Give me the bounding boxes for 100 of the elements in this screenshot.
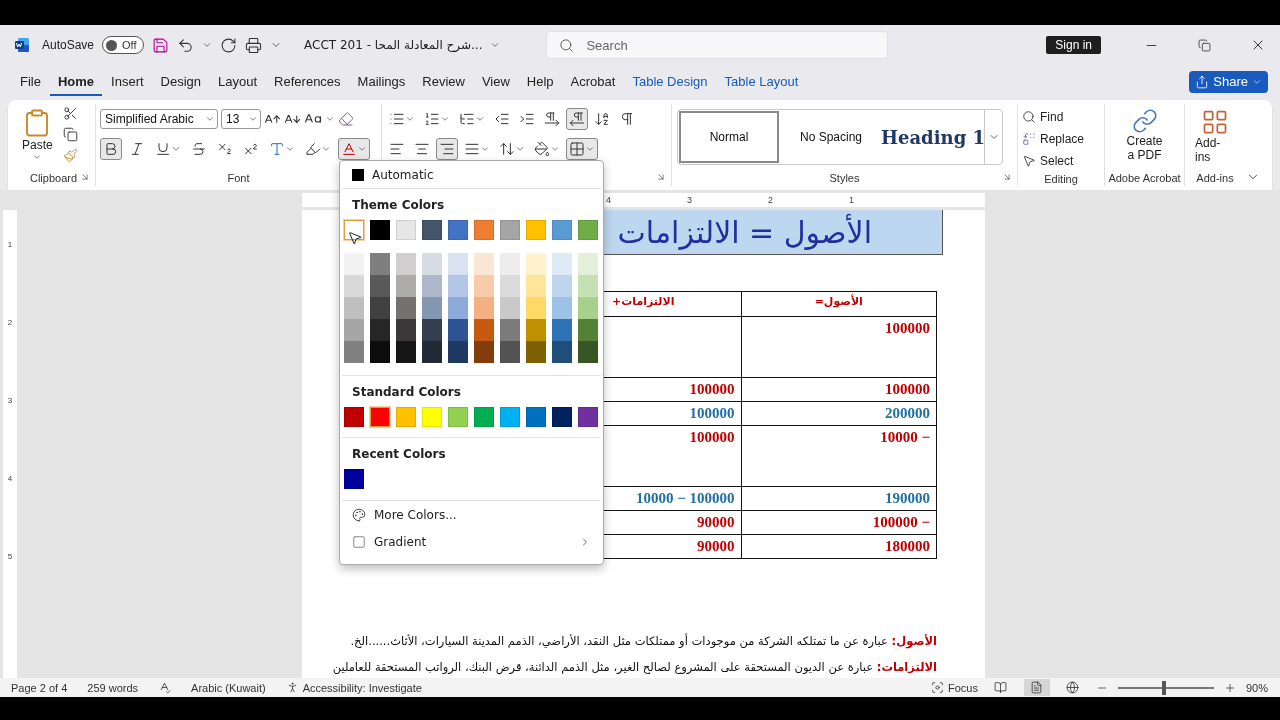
scissors-icon[interactable] — [62, 106, 78, 121]
color-swatch[interactable] — [344, 220, 364, 240]
color-swatch[interactable] — [370, 319, 390, 341]
sign-in-button[interactable]: Sign in — [1046, 36, 1101, 54]
color-swatch[interactable] — [578, 319, 598, 341]
bullets-icon[interactable] — [389, 111, 405, 127]
dialog-launcher-icon[interactable] — [656, 172, 666, 182]
color-swatch[interactable] — [344, 319, 364, 341]
color-swatch[interactable] — [422, 275, 442, 297]
color-swatch[interactable] — [474, 253, 494, 275]
borders-button[interactable] — [566, 138, 598, 160]
share-button[interactable]: Share — [1189, 70, 1268, 93]
color-swatch[interactable] — [552, 341, 572, 363]
color-swatch[interactable] — [422, 253, 442, 275]
color-swatch[interactable] — [344, 297, 364, 319]
color-swatch[interactable] — [500, 341, 520, 363]
color-swatch[interactable] — [422, 297, 442, 319]
color-swatch[interactable] — [526, 297, 546, 319]
font-name-field[interactable]: Simplified Arabic — [100, 109, 218, 129]
dialog-launcher-icon[interactable] — [80, 172, 90, 182]
color-swatch[interactable] — [370, 253, 390, 275]
color-swatch[interactable] — [474, 275, 494, 297]
color-swatch[interactable] — [396, 319, 416, 341]
automatic-color-item[interactable]: Automatic — [340, 161, 603, 188]
ribbon-tab[interactable]: Home — [49, 67, 103, 96]
ribbon-tab[interactable]: File — [12, 67, 49, 96]
save-icon[interactable] — [152, 36, 170, 54]
caret-icon[interactable] — [171, 144, 181, 154]
add-ins-button[interactable]: Add-ins — [1189, 106, 1241, 170]
dialog-launcher-icon[interactable] — [1002, 172, 1012, 182]
decrease-indent-icon[interactable] — [494, 111, 510, 127]
color-swatch[interactable] — [422, 341, 442, 363]
color-swatch[interactable] — [526, 275, 546, 297]
clear-formatting-icon[interactable] — [338, 111, 354, 127]
color-swatch[interactable] — [396, 275, 416, 297]
underline-icon[interactable] — [155, 141, 171, 157]
ribbon-tab[interactable]: Review — [414, 67, 473, 96]
caret-icon[interactable] — [357, 144, 367, 154]
color-swatch[interactable] — [500, 319, 520, 341]
caret-icon[interactable] — [490, 40, 501, 50]
select-button[interactable]: Select — [1022, 150, 1085, 172]
strikethrough-icon[interactable] — [191, 141, 207, 157]
caret-icon[interactable] — [550, 144, 560, 154]
paste-button[interactable]: Paste — [16, 106, 59, 170]
numbering-icon[interactable] — [424, 111, 440, 127]
focus-button[interactable]: Focus — [948, 681, 978, 694]
align-left-icon[interactable] — [389, 141, 405, 157]
color-swatch[interactable] — [526, 341, 546, 363]
color-swatch[interactable] — [396, 341, 416, 363]
ribbon-tab[interactable]: Acrobat — [562, 67, 624, 96]
caret-icon[interactable] — [285, 144, 295, 154]
color-swatch[interactable] — [370, 275, 390, 297]
ribbon-tab[interactable]: References — [266, 67, 349, 96]
font-color-button[interactable] — [338, 138, 370, 160]
left-to-right-icon[interactable] — [544, 111, 560, 127]
print-preview-icon[interactable] — [245, 36, 263, 54]
color-swatch[interactable] — [526, 319, 546, 341]
color-swatch[interactable] — [344, 275, 364, 297]
view-button[interactable] — [1023, 679, 1050, 696]
caret-icon[interactable] — [440, 114, 450, 124]
color-swatch[interactable] — [578, 253, 598, 275]
color-swatch[interactable] — [448, 319, 468, 341]
highlighter-icon[interactable] — [305, 141, 321, 157]
color-swatch[interactable] — [344, 253, 364, 275]
right-to-left-button[interactable] — [566, 108, 588, 130]
color-swatch[interactable] — [552, 319, 572, 341]
color-swatch[interactable] — [578, 341, 598, 363]
proofing-icon[interactable] — [158, 681, 172, 694]
color-swatch[interactable] — [448, 341, 468, 363]
color-swatch[interactable] — [370, 407, 390, 427]
replace-button[interactable]: Replace — [1022, 128, 1085, 150]
color-swatch[interactable] — [500, 253, 520, 275]
superscript-icon[interactable] — [243, 141, 259, 157]
color-swatch[interactable] — [396, 297, 416, 319]
color-swatch[interactable] — [448, 275, 468, 297]
color-swatch[interactable] — [448, 297, 468, 319]
color-swatch[interactable] — [552, 297, 572, 319]
color-swatch[interactable] — [474, 341, 494, 363]
bold-button[interactable] — [100, 138, 122, 160]
format-painter-icon[interactable] — [62, 148, 78, 163]
ribbon-tab[interactable]: Layout — [210, 67, 266, 96]
zoom-slider-thumb[interactable] — [1162, 680, 1167, 695]
ribbon-tab[interactable]: Help — [518, 67, 562, 96]
color-swatch[interactable] — [500, 275, 520, 297]
zoom-in-icon[interactable] — [1223, 681, 1236, 694]
pilcrow-icon[interactable] — [619, 111, 635, 127]
subscript-icon[interactable] — [217, 141, 233, 157]
ribbon-tab[interactable]: Insert — [103, 67, 152, 96]
caret-icon[interactable] — [475, 114, 485, 124]
autosave-toggle[interactable]: Off — [102, 36, 145, 54]
ribbon-tab[interactable]: Table Layout — [716, 67, 807, 96]
increase-indent-icon[interactable] — [519, 111, 535, 127]
italic-icon[interactable] — [129, 141, 145, 157]
search-field[interactable]: Search — [546, 31, 889, 59]
color-swatch[interactable] — [344, 341, 364, 363]
color-swatch[interactable] — [500, 297, 520, 319]
color-swatch[interactable] — [370, 297, 390, 319]
style-item[interactable]: Heading 1 — [883, 111, 983, 163]
style-item[interactable]: Normal — [679, 111, 779, 163]
justify-icon[interactable] — [464, 141, 480, 157]
